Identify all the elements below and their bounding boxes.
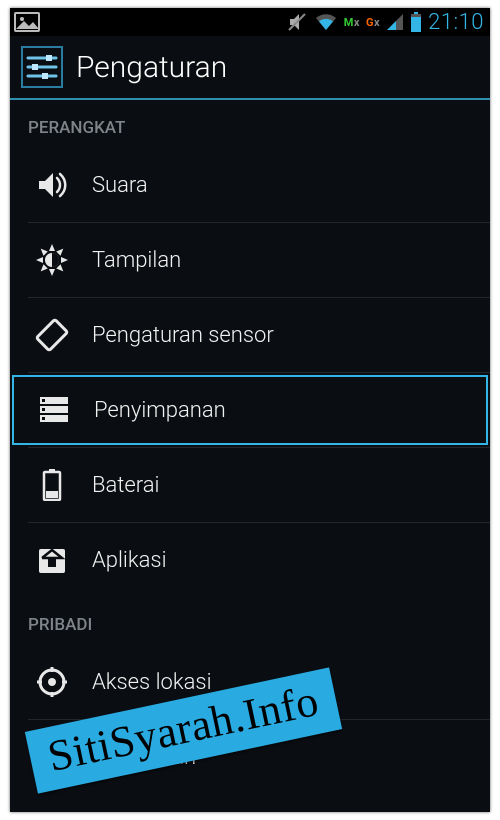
item-sensor-settings[interactable]: Pengaturan sensor [12,300,488,370]
divider [28,297,490,298]
vibrate-mute-icon [286,11,308,33]
status-right: Mx Gx 21:10 [286,10,484,35]
signal-icon [386,13,404,31]
item-battery[interactable]: Baterai [12,450,488,520]
storage-icon [36,392,72,428]
divider [28,372,490,373]
divider [28,447,490,448]
divider [28,522,490,523]
location-icon [34,664,70,700]
status-clock: 21:10 [428,10,484,35]
item-label: Penyimpanan [94,398,226,423]
sound-icon [34,167,70,203]
settings-list[interactable]: Perangkat Suara Tampilan Pengaturan sens… [10,100,490,812]
battery-icon [410,12,422,32]
item-label: Aplikasi [92,548,167,573]
status-left [14,12,40,32]
sensor-icon [34,317,70,353]
item-label: Baterai [92,473,159,498]
action-bar: Pengaturan [10,36,490,100]
section-header-personal: Pribadi [10,597,490,645]
item-label: Akses lokasi [92,670,212,695]
page-title: Pengaturan [76,50,227,85]
item-sound[interactable]: Suara [12,150,488,220]
item-storage[interactable]: Penyimpanan [12,375,488,445]
wifi-icon [314,12,338,32]
sim1-indicator: Mx [344,16,360,29]
phone-frame: Mx Gx 21:10 Pengaturan Peran [10,8,490,812]
gallery-icon [14,12,40,32]
section-header-device: Perangkat [10,100,490,148]
item-display[interactable]: Tampilan [12,225,488,295]
item-label: Suara [92,173,148,198]
status-bar: Mx Gx 21:10 [10,8,490,36]
sim2-indicator: Gx [366,16,380,29]
settings-icon [20,45,64,89]
apps-icon [34,542,70,578]
item-apps[interactable]: Aplikasi [12,525,488,595]
item-label: Pengaturan sensor [92,323,274,348]
battery-icon [34,467,70,503]
divider [28,222,490,223]
display-icon [34,242,70,278]
item-label: Tampilan [92,248,181,273]
